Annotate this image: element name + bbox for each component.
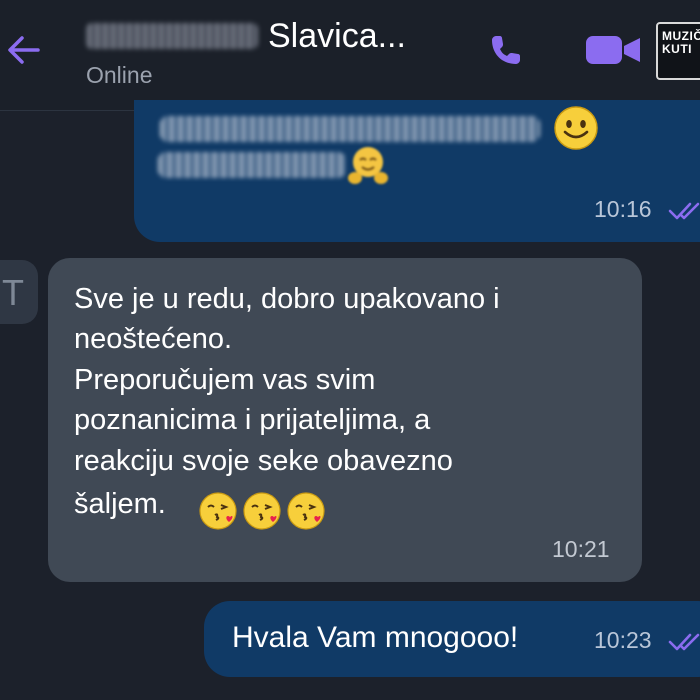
- presence-status: Online: [86, 62, 153, 88]
- phone-call-icon[interactable]: [486, 30, 526, 70]
- back-arrow-icon[interactable]: [4, 30, 44, 70]
- redacted-name: [86, 23, 258, 49]
- face-blowing-kiss-icon: [243, 492, 281, 530]
- outgoing-message-1[interactable]: 10:16: [134, 100, 700, 242]
- outgoing-message-2[interactable]: Hvala Vam mnogooo! 10:23: [204, 601, 700, 677]
- message-time: 10:23: [594, 627, 652, 653]
- message-text-line: poznanicima i prijateljima, a: [74, 404, 431, 436]
- redacted-text: [160, 116, 540, 142]
- muzicka-kutija-logo: MUZIČ KUTI: [656, 22, 700, 80]
- message-time: 10:21: [552, 536, 610, 562]
- message-text: Hvala Vam mnogooo!: [232, 621, 519, 654]
- message-time: 10:16: [594, 196, 652, 222]
- avatar-initial: T: [2, 272, 24, 313]
- face-blowing-kiss-icon: [199, 492, 237, 530]
- chat-header: Slavica... Online MUZIČ KUTI: [0, 0, 700, 111]
- face-blowing-kiss-icon: [287, 492, 325, 530]
- message-text-line: reakciju svoje seke obavezno: [74, 445, 453, 477]
- sender-avatar[interactable]: T: [0, 260, 38, 324]
- emoji-row: [198, 490, 328, 532]
- message-text-line: neoštećeno.: [74, 323, 233, 355]
- message-text-line: Sve je u redu, dobro upakovano i: [74, 283, 500, 315]
- double-check-icon: [668, 633, 700, 651]
- incoming-message[interactable]: Sve je u redu, dobro upakovano i neošteć…: [48, 258, 642, 582]
- hugging-face-icon: [348, 147, 388, 184]
- double-check-icon: [668, 202, 700, 220]
- message-text-line: Preporučujem vas svim: [74, 364, 376, 396]
- contact-name: Slavica...: [268, 16, 406, 55]
- message-text-line: šaljem.: [74, 488, 166, 520]
- video-call-icon[interactable]: [584, 30, 644, 70]
- redacted-text: [158, 152, 346, 178]
- contact-title[interactable]: Slavica...: [86, 14, 406, 58]
- smiling-face-icon: [554, 106, 598, 150]
